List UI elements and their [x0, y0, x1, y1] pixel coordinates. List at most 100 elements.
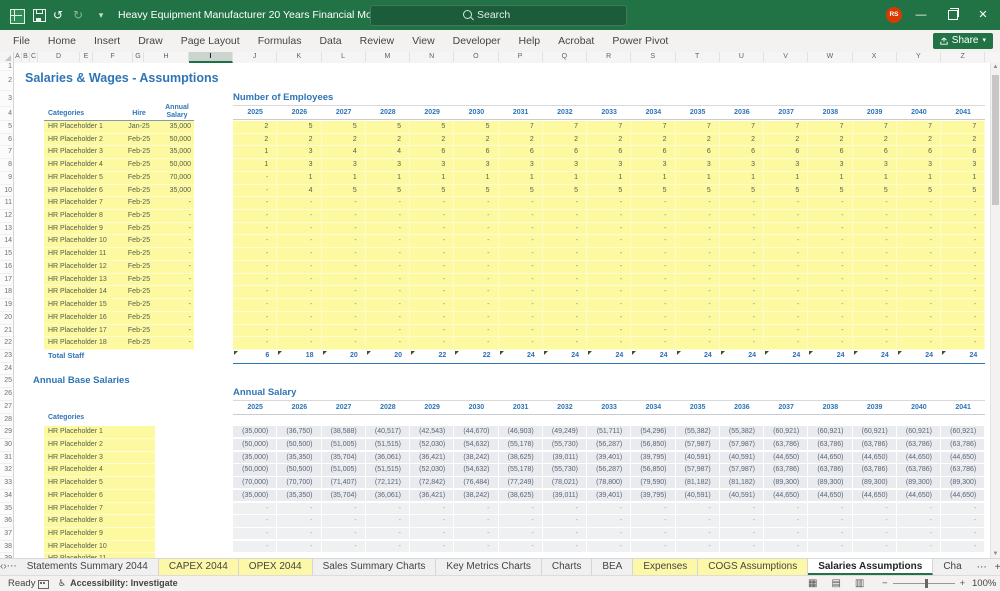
column-header-C[interactable]: C — [30, 52, 38, 62]
staff-name-cell[interactable]: HR Placeholder 8 — [48, 210, 103, 223]
annual-salary-cell[interactable]: (44,650) — [853, 490, 897, 501]
annual-salary-cell[interactable]: - — [941, 541, 985, 552]
column-header-U[interactable]: U — [720, 52, 764, 62]
employee-count-cell[interactable]: - — [764, 210, 808, 222]
employee-count-cell[interactable]: - — [233, 248, 277, 260]
year-header-cell[interactable]: 2038 — [808, 107, 852, 119]
employee-count-cell[interactable]: - — [499, 337, 543, 349]
employee-count-cell[interactable]: - — [366, 337, 410, 349]
employee-count-cell[interactable]: - — [322, 248, 366, 260]
employee-count-cell[interactable]: - — [233, 325, 277, 337]
staff-salary-cell[interactable]: - — [189, 299, 191, 312]
annual-salary-cell[interactable]: (36,061) — [366, 490, 410, 501]
zoom-slider[interactable] — [893, 583, 955, 584]
annual-salary-cell[interactable]: (40,591) — [720, 452, 764, 463]
category-name-cell[interactable]: HR Placeholder 5 — [48, 477, 103, 490]
annual-salary-cell[interactable]: (51,515) — [366, 439, 410, 450]
employee-count-cell[interactable]: - — [410, 223, 454, 235]
annual-salary-cell[interactable]: (57,987) — [676, 439, 720, 450]
employee-count-cell[interactable]: 3 — [410, 159, 454, 171]
employee-count-cell[interactable]: - — [764, 223, 808, 235]
macro-record-icon[interactable] — [38, 580, 49, 589]
staff-name-cell[interactable]: HR Placeholder 16 — [48, 312, 107, 325]
employee-count-cell[interactable]: 5 — [676, 185, 720, 197]
employee-count-cell[interactable]: 2 — [853, 134, 897, 146]
year-header-cell[interactable]: 2026 — [277, 402, 321, 414]
annual-salary-cell[interactable]: (78,800) — [587, 477, 631, 488]
annual-salary-cell[interactable]: (35,350) — [277, 452, 321, 463]
row-header-17[interactable]: 17 — [0, 274, 12, 287]
annual-salary-cell[interactable]: - — [631, 515, 675, 526]
annual-salary-cell[interactable]: (54,632) — [454, 464, 498, 475]
employee-count-cell[interactable]: - — [676, 248, 720, 260]
employee-count-cell[interactable]: 5 — [322, 121, 366, 133]
employee-count-cell[interactable]: 6 — [720, 146, 764, 158]
total-staff-cell[interactable]: 24 — [808, 350, 852, 363]
employee-count-cell[interactable]: 3 — [941, 159, 985, 171]
staff-salary-cell[interactable]: 35,000 — [170, 146, 191, 159]
employee-count-cell[interactable]: - — [587, 235, 631, 247]
annual-salary-cell[interactable]: - — [764, 515, 808, 526]
total-staff-cell[interactable]: 20 — [322, 350, 366, 363]
annual-salary-cell[interactable]: - — [410, 528, 454, 539]
employee-count-cell[interactable]: - — [454, 235, 498, 247]
employee-count-cell[interactable]: 6 — [808, 146, 852, 158]
annual-salary-cell[interactable]: - — [277, 503, 321, 514]
annual-salary-cell[interactable]: - — [322, 503, 366, 514]
row-header-12[interactable]: 12 — [0, 210, 12, 223]
employee-count-cell[interactable]: - — [808, 337, 852, 349]
employee-count-cell[interactable]: 5 — [543, 185, 587, 197]
employee-count-cell[interactable]: - — [720, 248, 764, 260]
employee-count-cell[interactable]: 5 — [454, 185, 498, 197]
year-header-cell[interactable]: 2038 — [808, 402, 852, 414]
staff-name-cell[interactable]: HR Placeholder 2 — [48, 134, 103, 147]
employee-count-cell[interactable]: - — [233, 210, 277, 222]
employee-count-cell[interactable]: - — [587, 197, 631, 209]
employee-count-cell[interactable]: - — [233, 261, 277, 273]
employee-count-cell[interactable]: - — [499, 197, 543, 209]
annual-salary-cell[interactable]: - — [587, 503, 631, 514]
employee-count-cell[interactable]: - — [897, 299, 941, 311]
total-staff-cell[interactable]: 24 — [499, 350, 543, 363]
employee-count-cell[interactable]: - — [720, 274, 764, 286]
employee-count-cell[interactable]: - — [764, 274, 808, 286]
employee-count-cell[interactable]: - — [233, 299, 277, 311]
annual-salary-cell[interactable]: (46,903) — [499, 426, 543, 437]
employee-count-cell[interactable]: - — [543, 274, 587, 286]
employee-count-cell[interactable]: - — [322, 325, 366, 337]
annual-salary-cell[interactable]: - — [322, 528, 366, 539]
employee-count-cell[interactable]: - — [322, 286, 366, 298]
employee-count-cell[interactable]: 7 — [676, 121, 720, 133]
employee-count-cell[interactable]: - — [233, 197, 277, 209]
vertical-scrollbar[interactable]: ▲ ▼ — [990, 63, 1000, 558]
total-staff-cell[interactable]: 6 — [233, 350, 277, 363]
employee-count-cell[interactable]: - — [277, 312, 321, 324]
staff-hire-cell[interactable]: Feb-25 — [119, 274, 159, 287]
annual-salary-cell[interactable]: - — [366, 503, 410, 514]
annual-salary-cell[interactable]: (57,987) — [676, 464, 720, 475]
employee-count-cell[interactable]: - — [587, 337, 631, 349]
employee-count-cell[interactable]: - — [366, 210, 410, 222]
employee-count-cell[interactable]: - — [454, 223, 498, 235]
staff-hire-cell[interactable]: Feb-25 — [119, 235, 159, 248]
annual-salary-cell[interactable]: - — [366, 541, 410, 552]
employee-count-cell[interactable]: - — [454, 274, 498, 286]
annual-salary-cell[interactable]: - — [543, 541, 587, 552]
total-staff-cell[interactable]: 24 — [631, 350, 675, 363]
annual-salary-cell[interactable]: (72,121) — [366, 477, 410, 488]
staff-salary-cell[interactable]: - — [189, 312, 191, 325]
employee-count-cell[interactable]: - — [366, 274, 410, 286]
employee-count-cell[interactable]: - — [454, 312, 498, 324]
employee-count-cell[interactable]: - — [410, 197, 454, 209]
employee-count-cell[interactable]: - — [322, 223, 366, 235]
staff-hire-cell[interactable]: Feb-25 — [119, 134, 159, 147]
employee-count-cell[interactable]: - — [631, 261, 675, 273]
annual-salary-cell[interactable]: (40,591) — [676, 490, 720, 501]
row-header-23[interactable]: 23 — [0, 350, 12, 363]
employee-count-cell[interactable]: 3 — [499, 159, 543, 171]
annual-salary-cell[interactable]: (35,704) — [322, 490, 366, 501]
employee-count-cell[interactable]: - — [454, 210, 498, 222]
column-header-N[interactable]: N — [410, 52, 454, 62]
employee-count-cell[interactable]: - — [853, 210, 897, 222]
employee-count-cell[interactable]: - — [853, 235, 897, 247]
